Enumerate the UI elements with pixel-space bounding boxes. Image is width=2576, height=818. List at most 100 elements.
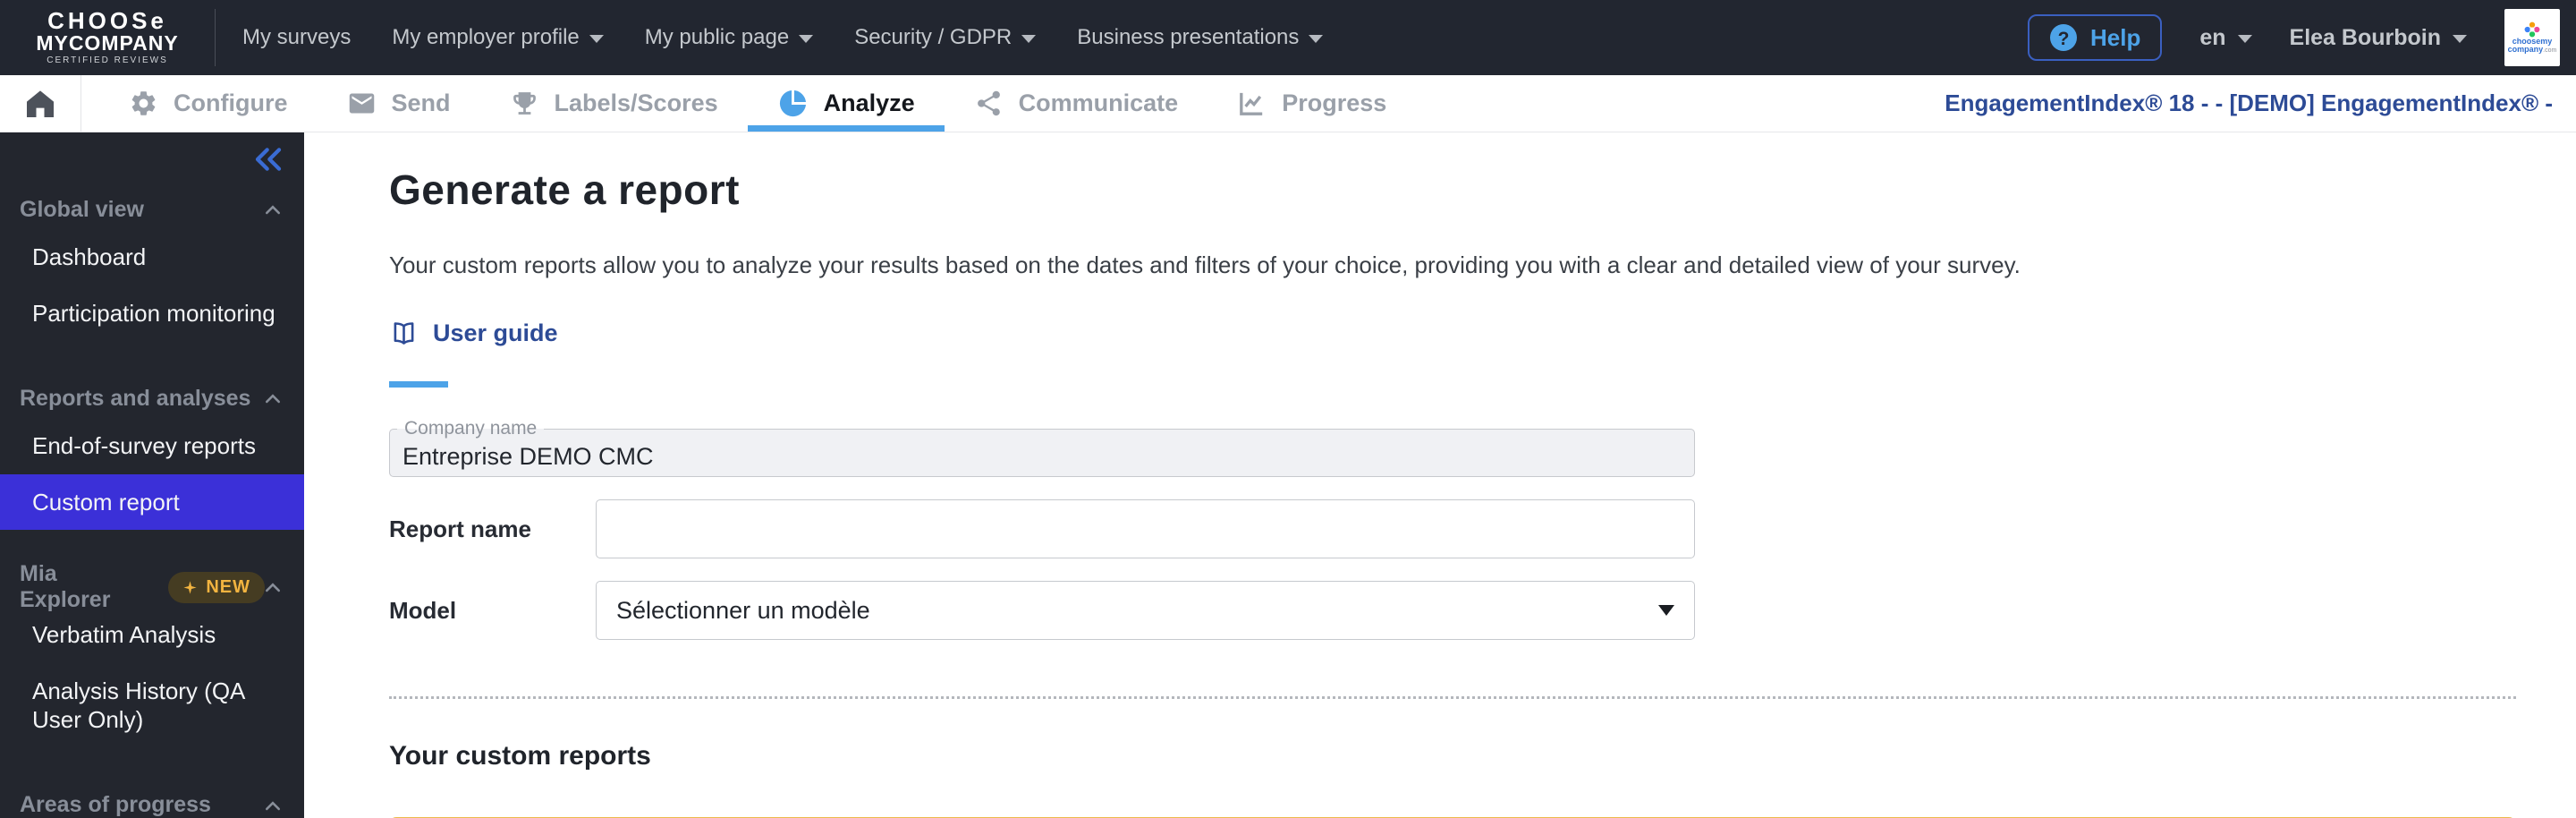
language-value: en — [2199, 24, 2226, 50]
tab-progress[interactable]: Progress — [1208, 75, 1416, 132]
page-description: Your custom reports allow you to analyze… — [389, 251, 2021, 278]
sidebar-section-mia-explorer: Mia Explorer NEW Verbatim Analysis Analy… — [0, 561, 304, 748]
top-menu: My surveys My employer profile My public… — [242, 25, 1324, 50]
double-chevron-left-icon — [255, 148, 282, 171]
sidebar-item-dashboard[interactable]: Dashboard — [0, 229, 304, 285]
model-select-value: Sélectionner un modèle — [616, 596, 870, 624]
menu-security-gdpr[interactable]: Security / GDPR — [854, 25, 1037, 50]
sidebar-header-mia-explorer[interactable]: Mia Explorer NEW — [0, 561, 304, 612]
menu-security-gdpr-label: Security / GDPR — [854, 25, 1013, 49]
topbar: CHOOSe MYCOMPANY CERTIFIED REVIEWS My su… — [0, 0, 2576, 75]
sidebar-item-label: End-of-survey reports — [32, 432, 256, 459]
accent-rule — [389, 381, 448, 388]
menu-my-surveys-label: My surveys — [242, 25, 352, 49]
sidebar-header-label: Reports and analyses — [20, 385, 251, 411]
chevron-up-icon — [265, 582, 281, 592]
sidebar-item-label: Analysis History (QA User Only) — [32, 677, 244, 734]
menu-my-public-page-label: My public page — [644, 25, 790, 49]
help-button[interactable]: ? Help — [2028, 14, 2163, 61]
app-logo-tagline: CERTIFIED REVIEWS — [47, 55, 168, 66]
model-row: Model Sélectionner un modèle — [389, 581, 1695, 640]
caret-down-icon — [799, 35, 814, 43]
user-guide-label: User guide — [433, 320, 558, 346]
svg-text:?: ? — [2058, 29, 2070, 49]
cmc-logo-text-2: company — [2507, 45, 2544, 54]
new-badge-label: NEW — [206, 576, 250, 597]
help-button-label: Help — [2090, 23, 2141, 51]
sidebar-header-label: Mia Explorer — [20, 561, 111, 612]
sidebar-collapse-row — [0, 132, 304, 172]
sidebar-item-label: Participation monitoring — [32, 299, 275, 327]
chevron-up-icon — [265, 204, 281, 215]
tab-configure[interactable]: Configure — [99, 75, 318, 132]
model-select[interactable]: Sélectionner un modèle — [596, 581, 1695, 640]
company-name-field: Company name Entreprise DEMO CMC — [389, 418, 1695, 477]
caret-down-icon — [589, 35, 604, 43]
user-menu[interactable]: Elea Bourboin — [2290, 25, 2467, 51]
sidebar: Global view Dashboard Participation moni… — [0, 132, 304, 818]
caret-down-icon — [1309, 35, 1324, 43]
report-name-label: Report name — [389, 515, 531, 542]
tab-configure-label: Configure — [174, 89, 288, 116]
sidebar-header-areas-of-progress[interactable]: Areas of progress — [0, 786, 304, 818]
tab-labels-scores-label: Labels/Scores — [554, 89, 718, 116]
caret-down-icon — [2237, 35, 2252, 43]
open-book-icon — [394, 322, 414, 345]
tab-progress-label: Progress — [1282, 89, 1387, 116]
tab-analyze[interactable]: Analyze — [747, 75, 945, 132]
user-name: Elea Bourboin — [2289, 24, 2441, 50]
report-name-input[interactable] — [596, 499, 1695, 558]
line-chart-icon — [1240, 92, 1263, 115]
sidebar-item-label: Dashboard — [32, 243, 147, 270]
body-row: Global view Dashboard Participation moni… — [0, 132, 2576, 818]
sidebar-item-verbatim-analysis[interactable]: Verbatim Analysis — [0, 607, 304, 663]
chevron-up-icon — [265, 800, 281, 811]
survey-navbar: Configure Send Labels/Scores Analyze Com… — [0, 75, 2576, 132]
sidebar-item-analysis-history[interactable]: Analysis History (QA User Only) — [0, 663, 304, 748]
page-title: Generate a report — [389, 166, 740, 213]
share-icon — [977, 90, 1000, 116]
custom-reports-title: Your custom reports — [389, 741, 651, 771]
chevron-up-icon — [265, 393, 281, 404]
app-logo[interactable]: CHOOSe MYCOMPANY CERTIFIED REVIEWS — [0, 9, 215, 65]
main-content: Generate a report Your custom reports al… — [304, 132, 2576, 818]
tab-labels-scores[interactable]: Labels/Scores — [480, 75, 748, 132]
select-arrow-icon — [1658, 605, 1674, 616]
survey-title[interactable]: EngagementIndex® 18 - - [DEMO] Engagemen… — [1945, 89, 2576, 117]
sidebar-item-custom-report[interactable]: Custom report — [0, 473, 304, 530]
app-logo-line1: CHOOSe — [47, 7, 167, 35]
sparkle-icon — [183, 580, 197, 594]
sidebar-item-end-of-survey-reports[interactable]: End-of-survey reports — [0, 418, 304, 474]
tab-send-label: Send — [391, 89, 451, 116]
tab-communicate[interactable]: Communicate — [945, 75, 1208, 132]
cmc-logo-suffix: .com — [2543, 47, 2557, 54]
sidebar-section-global-view: Global view Dashboard Participation moni… — [0, 190, 304, 341]
menu-my-public-page[interactable]: My public page — [644, 25, 814, 50]
sidebar-header-global-view[interactable]: Global view — [0, 190, 304, 229]
sidebar-header-label: Areas of progress — [20, 792, 211, 817]
pie-chart-icon — [779, 89, 806, 117]
envelope-icon — [349, 93, 374, 114]
user-guide-link[interactable]: User guide — [389, 319, 558, 348]
collapse-sidebar-button[interactable] — [254, 147, 283, 172]
sidebar-header-reports-analyses[interactable]: Reports and analyses — [0, 379, 304, 418]
menu-business-presentations-label: Business presentations — [1077, 25, 1300, 49]
sidebar-item-label: Custom report — [32, 488, 180, 516]
tab-communicate-label: Communicate — [1018, 89, 1179, 116]
new-badge: NEW — [168, 571, 265, 603]
nav-tabs: Configure Send Labels/Scores Analyze Com… — [81, 75, 1416, 132]
sidebar-header-label: Global view — [20, 196, 144, 222]
sidebar-item-label: Verbatim Analysis — [32, 621, 216, 648]
caret-down-icon — [1021, 35, 1037, 43]
sidebar-item-participation-monitoring[interactable]: Participation monitoring — [0, 285, 304, 342]
language-selector[interactable]: en — [2199, 24, 2252, 51]
home-icon — [27, 89, 54, 117]
section-divider — [389, 696, 2516, 699]
menu-my-surveys[interactable]: My surveys — [242, 25, 351, 50]
tab-send[interactable]: Send — [318, 75, 480, 132]
topbar-right: ? Help en Elea Bourboin choosemy company… — [2028, 9, 2576, 66]
app-logo-line2: MYCOMPANY — [36, 30, 179, 55]
home-tab[interactable] — [0, 75, 80, 132]
menu-my-employer-profile[interactable]: My employer profile — [392, 25, 604, 50]
menu-business-presentations[interactable]: Business presentations — [1077, 25, 1324, 50]
